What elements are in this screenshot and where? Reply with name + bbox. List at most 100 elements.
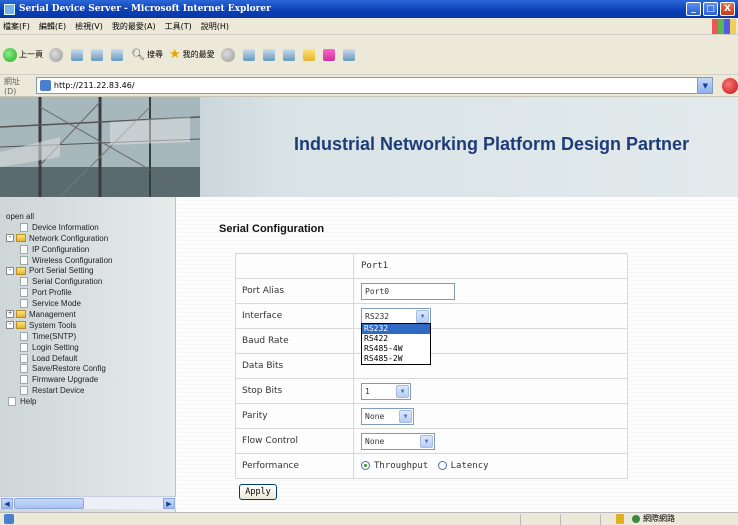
tree-item-port-serial-setting[interactable]: - Port Serial Setting	[6, 265, 174, 276]
forward-button[interactable]	[49, 47, 65, 62]
interface-value: RS232	[365, 311, 390, 321]
window-titlebar: Serial Device Server - Microsoft Interne…	[0, 0, 738, 18]
menu-help[interactable]: 說明(H)	[201, 21, 229, 32]
tree-item-wireless-configuration[interactable]: Wireless Configuration	[6, 255, 174, 266]
refresh-button[interactable]	[91, 48, 105, 61]
tree-item-label: Save/Restore Config	[32, 364, 106, 374]
open-all-link[interactable]: open all	[6, 211, 174, 222]
menu-tools[interactable]: 工具(T)	[165, 21, 192, 32]
scroll-left-icon[interactable]: ◀	[1, 498, 13, 509]
back-arrow-icon	[3, 47, 17, 62]
favorites-button[interactable]: ★ 我的最愛	[169, 47, 215, 62]
tree-item-service-mode[interactable]: Service Mode	[6, 298, 174, 309]
tree-item-device-information[interactable]: Device Information	[6, 222, 174, 233]
page-icon	[20, 353, 28, 363]
close-button[interactable]: X	[720, 2, 735, 16]
chevron-down-icon[interactable]: ▼	[420, 434, 433, 448]
throughput-radio[interactable]	[361, 461, 370, 470]
chevron-down-icon[interactable]: ▼	[396, 384, 409, 398]
latency-radio[interactable]	[437, 461, 447, 470]
tree-item-network-configuration[interactable]: - Network Configuration	[6, 233, 174, 244]
port-alias-input[interactable]: Port0	[361, 282, 455, 300]
address-input[interactable]: http://211.22.83.46/ ▼	[35, 77, 714, 94]
flow-control-select[interactable]: None ▼	[361, 432, 435, 450]
dropdown-option-rs485-2w[interactable]: RS485-2W	[362, 354, 430, 364]
forward-arrow-icon	[49, 47, 63, 62]
history-button[interactable]	[242, 48, 257, 61]
address-dropdown-icon[interactable]: ▼	[697, 78, 713, 93]
chevron-down-icon[interactable]: ▼	[399, 409, 412, 423]
window-title: Serial Device Server - Microsoft Interne…	[19, 4, 271, 14]
tree-item-firmware-upgrade[interactable]: Firmware Upgrade	[6, 374, 174, 385]
tree-item-label: System Tools	[29, 320, 77, 330]
media-button[interactable]	[220, 47, 237, 62]
tree-horizontal-scrollbar[interactable]: ◀ ▶	[0, 496, 176, 509]
tree-item-port-profile[interactable]: Port Profile	[6, 287, 174, 298]
ie-icon	[4, 3, 15, 15]
collapse-icon[interactable]: -	[6, 234, 14, 243]
tree-item-management[interactable]: + Management	[6, 309, 174, 320]
tree-item-system-tools[interactable]: - System Tools	[6, 320, 174, 331]
chevron-down-icon[interactable]: ▼	[416, 309, 429, 323]
expand-icon[interactable]: +	[6, 310, 14, 319]
stop-bits-select[interactable]: 1 ▼	[361, 382, 411, 400]
scroll-thumb[interactable]	[14, 498, 84, 509]
tree-item-ip-configuration[interactable]: IP Configuration	[6, 244, 174, 255]
page-icon	[39, 80, 51, 91]
back-button[interactable]: 上一頁	[3, 47, 43, 62]
dropdown-option-rs232[interactable]: RS232	[362, 324, 430, 334]
scroll-right-icon[interactable]: ▶	[163, 498, 175, 509]
collapse-icon[interactable]: -	[6, 321, 14, 330]
tree-item-load-default[interactable]: Load Default	[6, 353, 174, 364]
back-label: 上一頁	[19, 50, 43, 59]
dropdown-option-rs422[interactable]: RS422	[362, 334, 430, 344]
page-icon	[20, 244, 28, 254]
page-icon	[20, 222, 28, 232]
tree-item-restart-device[interactable]: Restart Device	[6, 385, 174, 396]
lock-icon	[616, 514, 624, 524]
page-icon	[20, 375, 28, 385]
tree-item-serial-configuration[interactable]: Serial Configuration	[6, 276, 174, 287]
home-button[interactable]	[111, 48, 125, 61]
media-icon	[220, 47, 235, 62]
research-icon	[342, 48, 355, 61]
tree-item-label: Load Default	[32, 353, 78, 363]
research-button[interactable]	[342, 48, 357, 61]
go-icon[interactable]	[722, 77, 738, 94]
windows-logo-icon	[712, 19, 736, 34]
minimize-button[interactable]: _	[686, 2, 701, 16]
apply-button[interactable]: Apply	[239, 484, 277, 500]
parity-label: Parity	[235, 403, 354, 429]
throughput-option[interactable]: Throughput	[361, 461, 428, 471]
mail-button[interactable]	[262, 48, 277, 61]
page-icon	[20, 342, 28, 352]
tree-item-help[interactable]: Help	[6, 396, 174, 407]
nav-tree-panel: open all Device Information - Network Con…	[0, 197, 176, 512]
menu-view[interactable]: 檢視(V)	[75, 21, 103, 32]
maximize-button[interactable]: □	[703, 2, 718, 16]
latency-option[interactable]: Latency	[437, 461, 489, 471]
menu-edit[interactable]: 編輯(E)	[39, 21, 66, 32]
menu-file[interactable]: 檔案(F)	[3, 21, 30, 32]
parity-select[interactable]: None ▼	[361, 407, 414, 425]
collapse-icon[interactable]: -	[6, 266, 14, 275]
stop-button[interactable]	[71, 48, 85, 61]
tree-item-login-setting[interactable]: Login Setting	[6, 342, 174, 353]
messenger-button[interactable]	[322, 48, 337, 61]
print-button[interactable]	[282, 48, 297, 61]
menu-favorites[interactable]: 我的最愛(A)	[112, 21, 156, 32]
address-label: 網址(D)	[4, 76, 20, 96]
zone-label: 網際網路	[643, 514, 675, 523]
folder-icon	[16, 234, 26, 243]
edit-button[interactable]	[302, 48, 317, 61]
folder-icon	[16, 321, 26, 330]
dropdown-option-rs485-4w[interactable]: RS485-4W	[362, 344, 430, 354]
tree-item-save-restore-config[interactable]: Save/Restore Config	[6, 363, 174, 374]
interface-select[interactable]: RS232 ▼	[361, 307, 431, 325]
interface-dropdown-list: RS232 RS422 RS485-4W RS485-2W	[361, 323, 431, 365]
port-header: Port1	[353, 253, 628, 279]
tree-item-time-sntp[interactable]: Time(SNTP)	[6, 331, 174, 342]
search-button[interactable]: 🔍︎ 搜尋	[131, 48, 163, 61]
search-icon: 🔍︎	[131, 48, 145, 61]
tree-item-label: Device Information	[32, 222, 99, 232]
